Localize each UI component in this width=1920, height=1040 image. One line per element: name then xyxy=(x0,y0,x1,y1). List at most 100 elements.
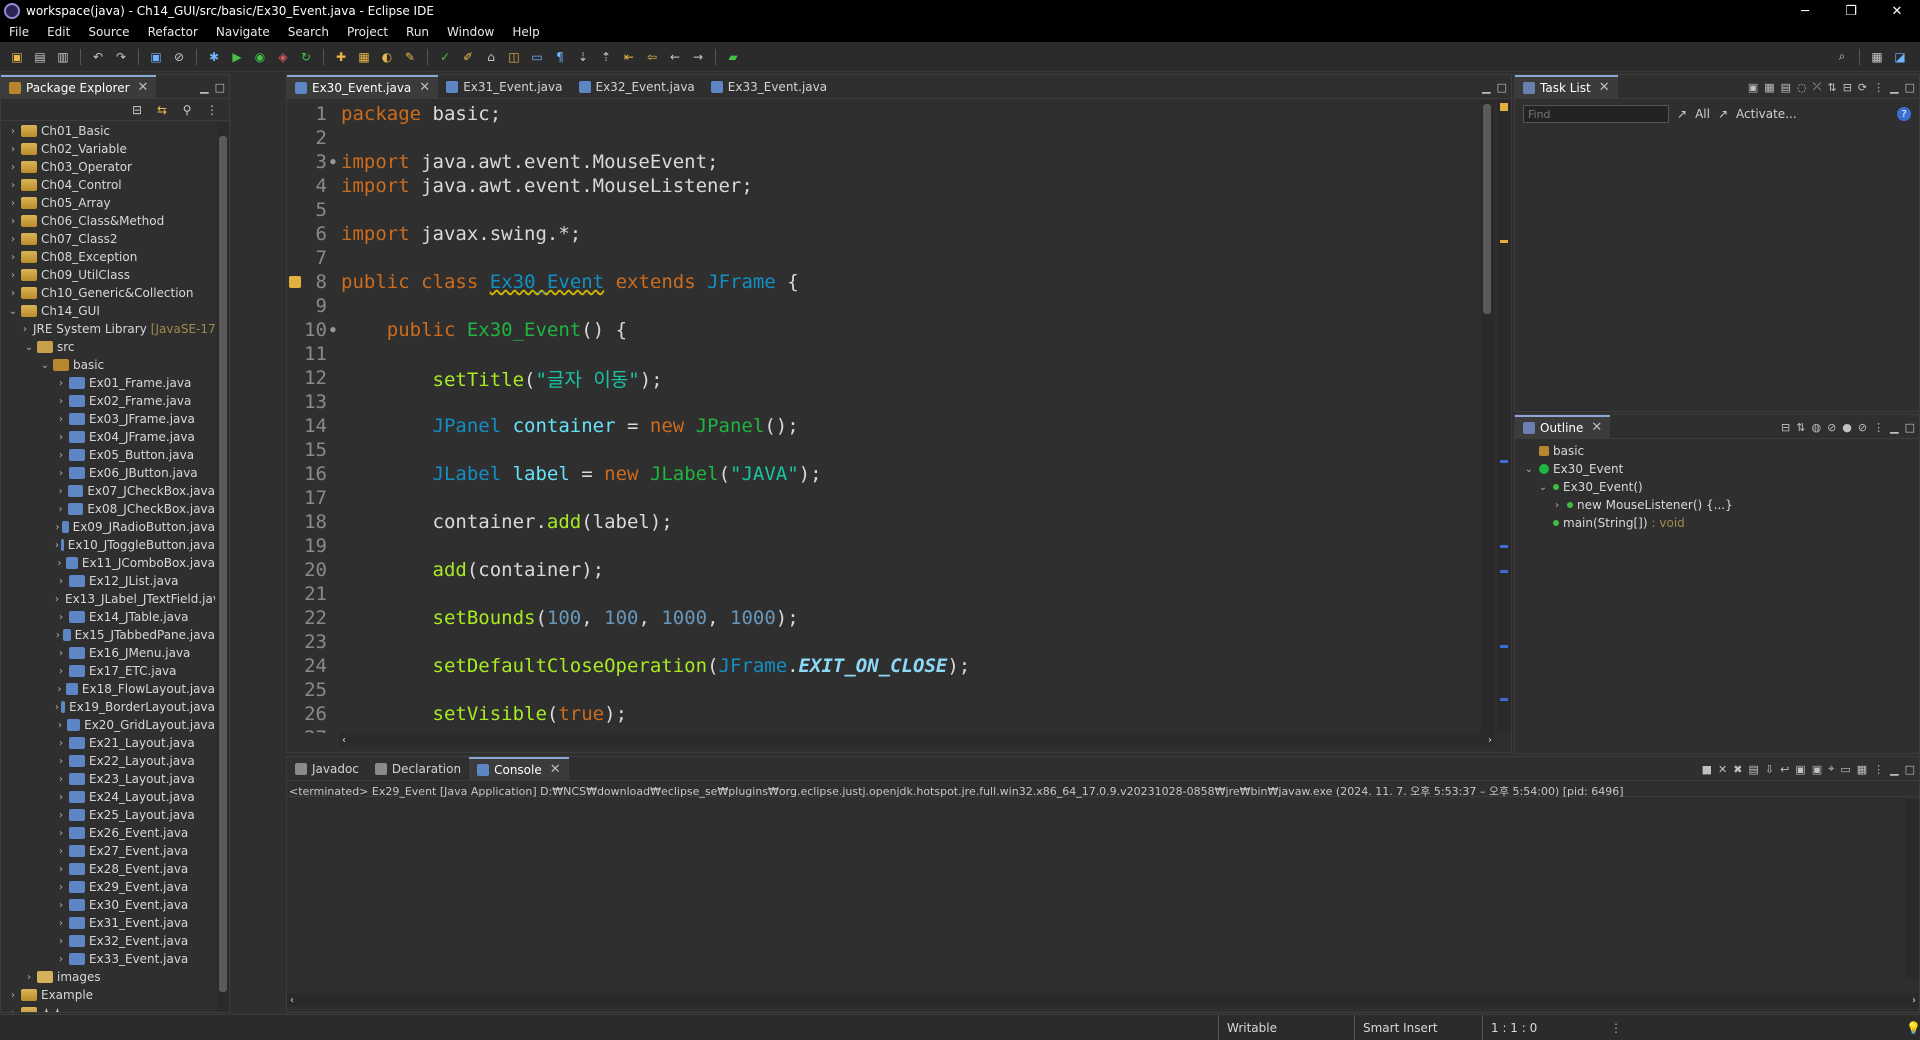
chevron-right-icon[interactable]: › xyxy=(55,630,61,641)
fold-marker-icon[interactable]: ● xyxy=(327,157,339,167)
menu-source[interactable]: Source xyxy=(79,25,138,39)
minimize-icon[interactable]: ▁ xyxy=(1890,81,1898,94)
chevron-right-icon[interactable]: › xyxy=(7,144,19,155)
occurrence-marker[interactable] xyxy=(1500,460,1508,463)
scroll-left-icon[interactable]: ‹ xyxy=(339,735,346,746)
tree-item[interactable]: › Ex32_Event.java xyxy=(1,932,215,950)
coverage-icon[interactable]: ◉ xyxy=(251,49,269,65)
chevron-right-icon[interactable]: › xyxy=(55,612,67,623)
hide-static-icon[interactable]: ⊘ xyxy=(1827,421,1836,434)
code-line[interactable]: 25 xyxy=(287,678,1483,702)
chevron-right-icon[interactable]: › xyxy=(7,252,19,263)
tree-item[interactable]: › Example xyxy=(1,986,215,1004)
collapse-all-icon[interactable]: ⊟ xyxy=(128,102,146,118)
tree-item[interactable]: › Ch03_Operator xyxy=(1,158,215,176)
search-tool-icon[interactable]: ✐ xyxy=(459,49,477,65)
help-icon[interactable]: ? xyxy=(1897,107,1911,121)
console-panel-tab[interactable]: Javadoc xyxy=(287,757,367,781)
menu-window[interactable]: Window xyxy=(438,25,503,39)
link-icon[interactable]: ⟳ xyxy=(1858,81,1867,94)
tree-item[interactable]: › Ex09_JRadioButton.java xyxy=(1,518,215,536)
new-java-project-icon[interactable]: ✚ xyxy=(332,49,350,65)
sort-icon[interactable]: ⇅ xyxy=(1796,421,1805,434)
task-activate-link[interactable]: Activate... xyxy=(1736,107,1797,121)
scroll-lock-icon[interactable]: ⇩ xyxy=(1765,763,1774,776)
forward-icon[interactable]: → xyxy=(689,49,707,65)
console-panel-tab[interactable]: Console ✕ xyxy=(469,756,569,781)
code-line[interactable]: 10 ● public Ex30_Event() { xyxy=(287,318,1483,342)
tree-item[interactable]: › Ex04_JFrame.java xyxy=(1,428,215,446)
tree-item[interactable]: › Ex30_Event.java xyxy=(1,896,215,914)
code-line[interactable]: 22 setBounds(100, 100, 1000, 1000); xyxy=(287,606,1483,630)
chevron-right-icon[interactable]: › xyxy=(55,414,67,425)
chevron-right-icon[interactable]: › xyxy=(1551,500,1563,511)
chevron-right-icon[interactable]: › xyxy=(55,540,59,551)
close-icon[interactable]: ✕ xyxy=(1599,80,1610,95)
tab-outline[interactable]: Outline ✕ xyxy=(1515,414,1611,439)
view-menu-icon[interactable]: ⋮ xyxy=(1873,421,1884,434)
refresh-icon[interactable]: ↻ xyxy=(297,49,315,65)
occurrence-marker[interactable] xyxy=(1500,240,1508,243)
tab-package-explorer[interactable]: Package Explorer ✕ xyxy=(1,74,157,99)
tree-item[interactable]: › Ex33_Event.java xyxy=(1,950,215,968)
minimize-icon[interactable]: ▁ xyxy=(1482,81,1490,94)
chevron-right-icon[interactable]: › xyxy=(55,594,59,605)
overview-ruler[interactable] xyxy=(1497,100,1511,733)
status-menu-icon[interactable]: ⋮ xyxy=(1602,1015,1622,1040)
chevron-right-icon[interactable]: › xyxy=(7,288,19,299)
code-line[interactable]: 5 xyxy=(287,198,1483,222)
chevron-right-icon[interactable]: › xyxy=(23,972,35,983)
code-line[interactable]: 21 xyxy=(287,582,1483,606)
code-line[interactable]: 8 public class Ex30_Event extends JFrame … xyxy=(287,270,1483,294)
editor-tab[interactable]: Ex31_Event.java xyxy=(438,75,570,99)
chevron-right-icon[interactable]: › xyxy=(55,396,67,407)
occurrence-marker[interactable] xyxy=(1500,645,1508,648)
sync-icon[interactable]: ⇅ xyxy=(1827,81,1836,94)
outline-item[interactable]: › new MouseListener() {...} xyxy=(1523,496,1919,514)
chevron-right-icon[interactable]: › xyxy=(7,234,19,245)
tree-item[interactable]: › Ex28_Event.java xyxy=(1,860,215,878)
menu-project[interactable]: Project xyxy=(338,25,397,39)
word-wrap-icon[interactable]: ↩ xyxy=(1780,763,1789,776)
code-line[interactable]: 17 xyxy=(287,486,1483,510)
tree-item[interactable]: › Ex08_JCheckBox.java xyxy=(1,500,215,518)
scrollbar-thumb[interactable] xyxy=(1483,104,1491,314)
minimize-icon[interactable]: ▁ xyxy=(1890,763,1898,776)
chevron-right-icon[interactable]: › xyxy=(55,648,67,659)
menu-help[interactable]: Help xyxy=(503,25,548,39)
outline-item[interactable]: basic xyxy=(1523,442,1919,460)
console-panel-tab[interactable]: Declaration xyxy=(367,757,469,781)
tree-item[interactable]: › Ex26_Event.java xyxy=(1,824,215,842)
tree-item[interactable]: › Ex21_Layout.java xyxy=(1,734,215,752)
tree-item[interactable]: › Ch02_Variable xyxy=(1,140,215,158)
tree-item[interactable]: › Ch07_Class2 xyxy=(1,230,215,248)
editor-tab[interactable]: Ex33_Event.java xyxy=(703,75,835,99)
maximize-icon[interactable]: □ xyxy=(215,81,225,94)
tree-item[interactable]: › Ex19_BorderLayout.java xyxy=(1,698,215,716)
tree-item[interactable]: › Ex07_JCheckBox.java xyxy=(1,482,215,500)
chevron-right-icon[interactable]: › xyxy=(7,162,19,173)
hide-local-types-icon[interactable]: ⊘ xyxy=(1858,421,1867,434)
hide-fields-icon[interactable]: ◍ xyxy=(1811,421,1821,434)
code-line[interactable]: 20 add(container); xyxy=(287,558,1483,582)
open-console-icon[interactable]: ▦ xyxy=(1857,763,1867,776)
chevron-right-icon[interactable]: › xyxy=(7,126,19,137)
tree-item[interactable]: › Ex11_JComboBox.java xyxy=(1,554,215,572)
tree-item[interactable]: › Ex24_Layout.java xyxy=(1,788,215,806)
close-button[interactable]: ✕ xyxy=(1874,0,1920,22)
scheduled-icon[interactable]: ▤ xyxy=(1781,81,1791,94)
annotation-prev-icon[interactable]: ⇡ xyxy=(597,49,615,65)
run-icon[interactable]: ▶ xyxy=(228,49,246,65)
tree-item[interactable]: › Ch10_Generic&Collection xyxy=(1,284,215,302)
tree-item[interactable]: › Ex15_JTabbedPane.java xyxy=(1,626,215,644)
chevron-right-icon[interactable]: › xyxy=(55,774,67,785)
new-class-icon[interactable]: ◐ xyxy=(378,49,396,65)
chevron-right-icon[interactable]: › xyxy=(55,684,64,695)
status-cursor-position[interactable]: 1 : 1 : 0 xyxy=(1482,1015,1602,1040)
editor-tab[interactable]: Ex32_Event.java xyxy=(571,75,703,99)
editor-horizontal-scrollbar[interactable]: ‹ › xyxy=(339,733,1495,747)
code-line[interactable]: 9 xyxy=(287,294,1483,318)
code-line[interactable]: 26 setVisible(true); xyxy=(287,702,1483,726)
chevron-down-icon[interactable]: ⌄ xyxy=(7,306,19,317)
code-line[interactable]: 18 container.add(label); xyxy=(287,510,1483,534)
